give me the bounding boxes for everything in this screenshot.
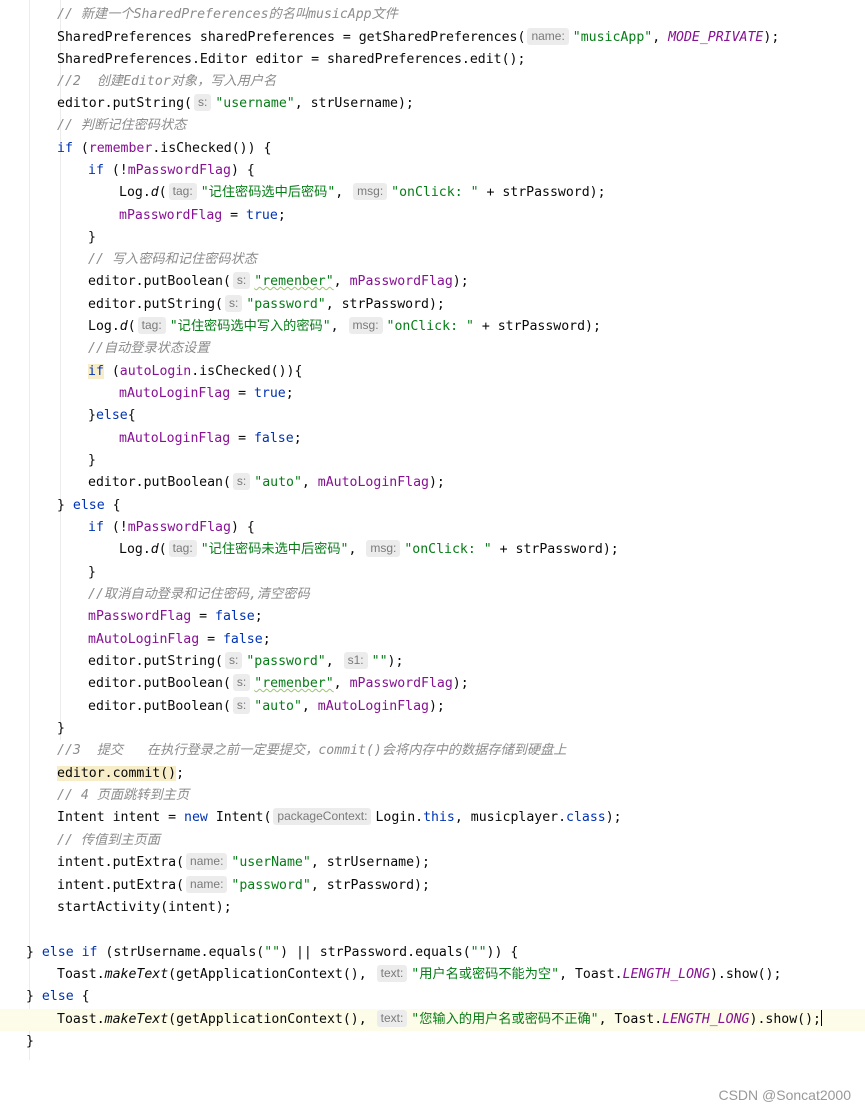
code-line: } else {: [26, 989, 90, 1004]
code-line: //自动登录状态设置: [0, 338, 865, 360]
param-hint: s:: [232, 272, 251, 289]
param-hint: tag:: [137, 317, 166, 334]
code-line: //2 创建Editor对象，写入用户名: [0, 71, 865, 93]
param-hint: msg:: [366, 540, 401, 557]
watermark: CSDN @Soncat2000: [718, 1087, 851, 1103]
code-string: "remenber": [254, 676, 334, 691]
code-line: if (!mPasswordFlag) {: [88, 520, 255, 535]
param-hint: packageContext:: [273, 808, 372, 825]
param-hint: name:: [186, 876, 228, 893]
param-hint: s:: [193, 94, 212, 111]
code-string: "记住密码选中后密码": [200, 185, 336, 200]
param-hint: text:: [376, 1010, 408, 1027]
code-line: Intent intent = new Intent(packageContex…: [57, 808, 622, 825]
code-line: } else if (strUsername.equals("") || str…: [26, 945, 519, 960]
code-comment: //3 提交 在执行登录之前一定要提交，commit()会将内存中的数据存储到硬…: [57, 743, 567, 758]
code-line: // 判断记住密码状态: [0, 115, 865, 137]
code-string: "auto": [254, 699, 302, 714]
code-line: Log.d(tag: "记住密码选中写入的密码", msg: "onClick: "…: [88, 317, 601, 334]
code-line: }: [88, 453, 96, 468]
code-comment: // 新建一个SharedPreferences的名叫musicApp文件: [57, 7, 398, 22]
code-line: // 4 页面跳转到主页: [0, 785, 865, 807]
code-line: mAutoLoginFlag = true;: [119, 386, 294, 401]
code-comment: // 传值到主页面: [57, 833, 160, 848]
code-string: "": [371, 654, 388, 669]
param-hint: s:: [232, 473, 251, 490]
code-string: "password": [246, 654, 326, 669]
param-hint: msg:: [348, 317, 383, 334]
code-string: "onClick: ": [386, 319, 474, 334]
code-line: editor.putString(s: "password", s1: "");: [88, 652, 404, 669]
code-string: "": [470, 945, 487, 960]
param-hint: s:: [224, 295, 243, 312]
param-hint: text:: [376, 965, 408, 982]
code-string: "userName": [231, 855, 311, 870]
code-line: }: [57, 721, 65, 736]
code-line: Log.d(tag: "记住密码选中后密码", msg: "onClick: " +…: [119, 183, 606, 200]
param-hint: s:: [232, 697, 251, 714]
param-hint: msg:: [353, 183, 388, 200]
code-comment: //自动登录状态设置: [88, 341, 210, 356]
code-string: "": [264, 945, 281, 960]
code-string: "username": [215, 96, 295, 111]
code-line: editor.putBoolean(s: "remenber", mPasswor…: [88, 272, 469, 289]
code-line: mAutoLoginFlag = false;: [119, 431, 302, 446]
code-comment: //2 创建Editor对象，写入用户名: [57, 74, 277, 89]
code-string: "remenber": [254, 274, 334, 289]
code-comment: // 4 页面跳转到主页: [57, 788, 190, 803]
code-line: }: [88, 565, 96, 580]
param-hint: s1:: [343, 652, 368, 669]
param-hint: tag:: [168, 183, 197, 200]
code-string: "password": [231, 878, 311, 893]
code-comment: // 写入密码和记住密码状态: [88, 252, 257, 267]
code-line: }: [26, 1034, 34, 1049]
code-string: "onClick: ": [391, 185, 479, 200]
code-line: startActivity(intent);: [57, 900, 232, 915]
code-line: // 传值到主页面: [0, 830, 865, 852]
code-string: "musicApp": [572, 30, 653, 45]
code-string: "您输入的用户名或密码不正确": [411, 1012, 599, 1027]
code-line: //3 提交 在执行登录之前一定要提交，commit()会将内存中的数据存储到硬…: [0, 740, 865, 762]
code-string: "记住密码未选中后密码": [200, 542, 349, 557]
code-string: "password": [246, 297, 326, 312]
code-line: editor.putString(s: "username", strUserna…: [57, 94, 414, 111]
current-code-line[interactable]: Toast.makeText(getApplicationContext(), …: [0, 1009, 865, 1031]
text-caret: [820, 1010, 822, 1026]
code-line: mAutoLoginFlag = false;: [88, 632, 271, 647]
code-line: Toast.makeText(getApplicationContext(), …: [57, 965, 782, 982]
code-line: editor.putString(s: "password", strPasswo…: [88, 295, 445, 312]
param-hint: name:: [186, 853, 228, 870]
code-line: mPasswordFlag = false;: [88, 609, 263, 624]
code-line: editor.putBoolean(s: "auto", mAutoLoginFl…: [88, 473, 445, 490]
code-line: }: [88, 230, 96, 245]
code-line: editor.putBoolean(s: "remenber", mPasswor…: [88, 674, 469, 691]
code-line: SharedPreferences.Editor editor = shared…: [57, 52, 526, 67]
code-line: editor.putBoolean(s: "auto", mAutoLoginFl…: [88, 697, 445, 714]
code-line: // 新建一个SharedPreferences的名叫musicApp文件: [0, 4, 865, 26]
param-hint: s:: [224, 652, 243, 669]
code-line: if (autoLogin.isChecked()){: [88, 364, 303, 379]
code-line: } else {: [57, 498, 121, 513]
code-line: intent.putExtra(name: "userName", strUser…: [57, 853, 430, 870]
code-line: if (remember.isChecked()) {: [57, 141, 272, 156]
code-line: editor.commit();: [57, 766, 185, 781]
code-string: "用户名或密码不能为空": [411, 967, 560, 982]
code-line: Log.d(tag: "记住密码未选中后密码", msg: "onClick: " …: [119, 540, 619, 557]
code-line: }else{: [88, 408, 136, 423]
param-hint: name:: [527, 28, 569, 45]
code-string: "onClick: ": [404, 542, 492, 557]
code-line: if (!mPasswordFlag) {: [88, 163, 255, 178]
code-comment: // 判断记住密码状态: [57, 118, 187, 133]
code-string: "记住密码选中写入的密码": [169, 319, 331, 334]
code-line: intent.putExtra(name: "password", strPass…: [57, 876, 430, 893]
code-string: "auto": [254, 475, 302, 490]
param-hint: s:: [232, 674, 251, 691]
code-line: SharedPreferences sharedPreferences = ge…: [57, 28, 780, 45]
code-line: // 写入密码和记住密码状态: [0, 249, 865, 271]
code-comment: //取消自动登录和记住密码,清空密码: [88, 587, 310, 602]
code-line: //取消自动登录和记住密码,清空密码: [0, 584, 865, 606]
code-line: mPasswordFlag = true;: [119, 208, 286, 223]
param-hint: tag:: [168, 540, 197, 557]
